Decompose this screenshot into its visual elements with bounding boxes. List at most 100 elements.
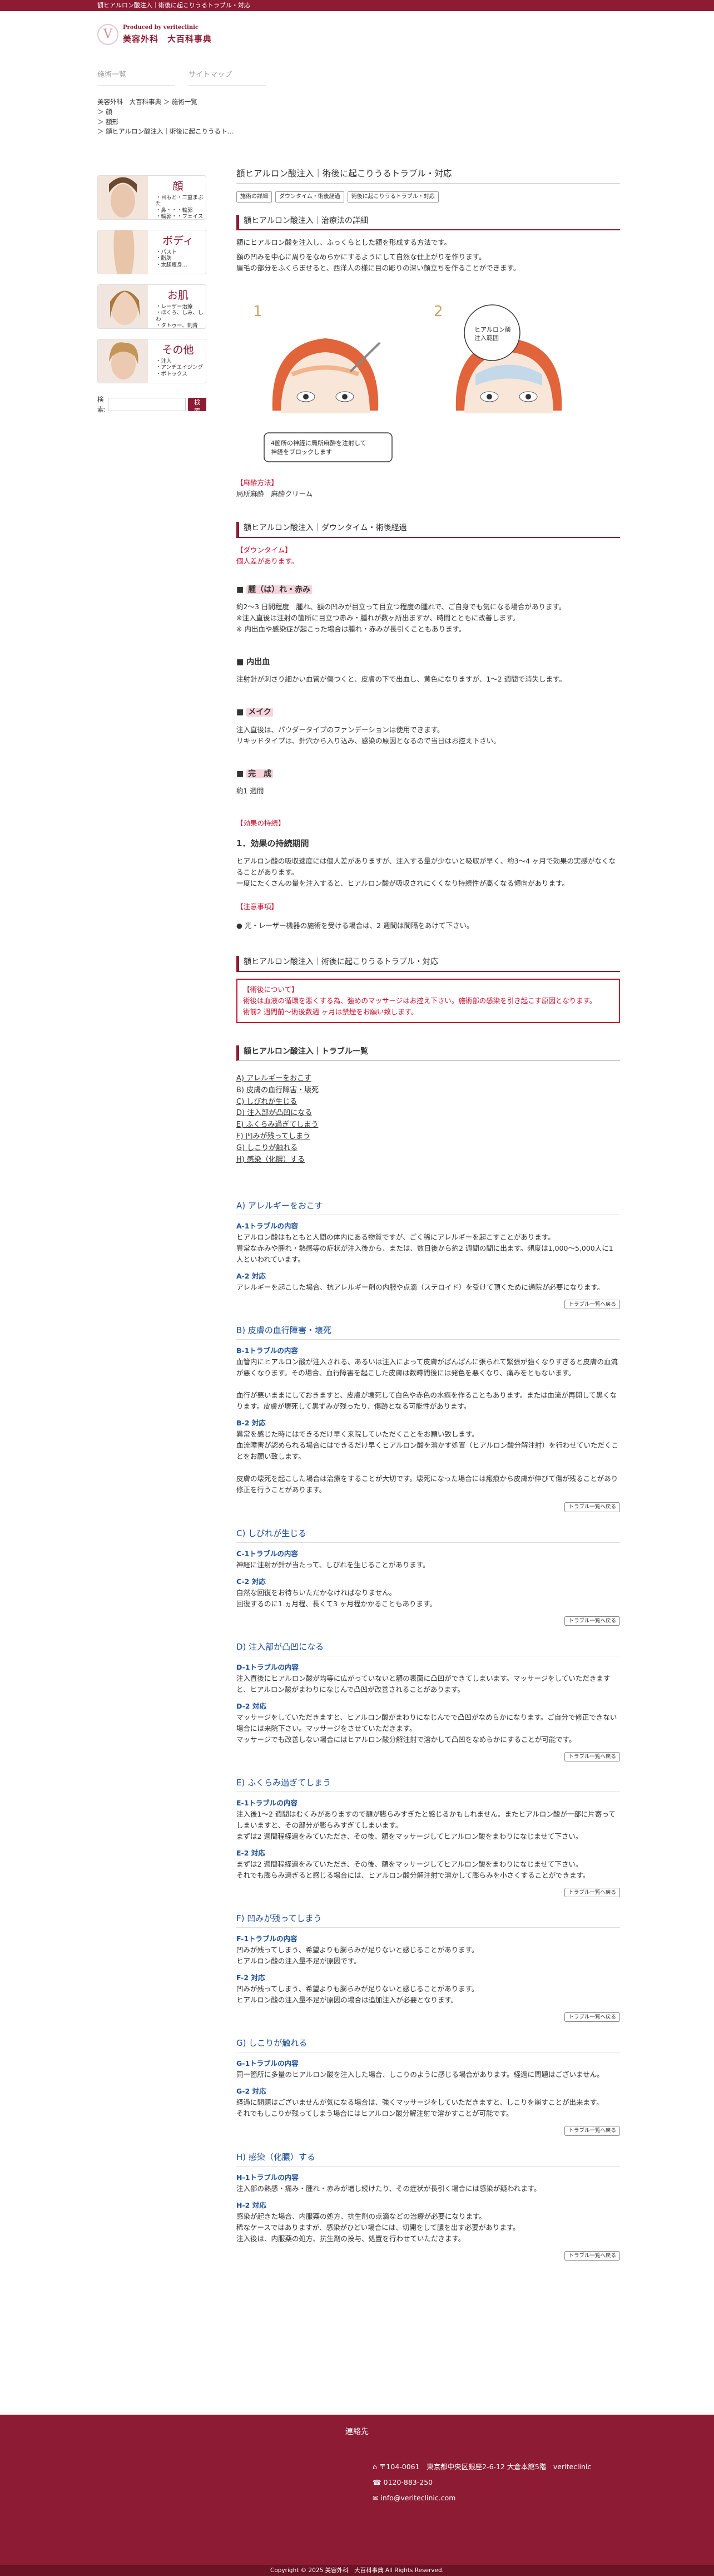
category-skin[interactable]: お肌 レーザー治療ほくろ、しみ、しわタトゥー、刺青 [97, 284, 206, 329]
category-link[interactable]: タトゥー、刺青 [156, 323, 206, 328]
toc-link[interactable]: A) アレルギーをおこす [236, 1073, 620, 1085]
page-title: 額ヒアルロン酸注入｜術後に起こりうるトラブル・対応 [236, 167, 620, 184]
downtime-value: 個人差があります。 [236, 556, 299, 565]
category-face[interactable]: 顔 目もと・二重まぶた鼻・・・輪郭輪郭・・フェイスリフト [97, 175, 206, 220]
back-to-list-button[interactable]: トラブル一覧へ戻る [564, 1751, 620, 1762]
breadcrumb-item[interactable]: ＞ 顔 [97, 107, 617, 117]
nav-sitemap[interactable]: サイトマップ [189, 64, 266, 86]
trouble-subheading: C-1トラブルの内容 [236, 1549, 298, 1558]
trouble-subheading: D-2 対応 [236, 1701, 266, 1710]
global-nav: 施術一覧 サイトマップ [97, 64, 617, 86]
trouble-heading: G) しこりが触れる [236, 2036, 620, 2053]
trouble-list: A) アレルギーをおこす A-1トラブルの内容 ヒアルロン酸はもともと人間の体内にあ… [236, 1199, 620, 2261]
back-to-list-button[interactable]: トラブル一覧へ戻る [564, 1502, 620, 1512]
back-to-list-button[interactable]: トラブル一覧へ戻る [564, 2012, 620, 2022]
category-link[interactable]: ほくろ、しみ、しわ [156, 310, 206, 323]
notes-label: 【注意事項】 [236, 902, 279, 911]
trouble-text: 感染が起きた場合、内服薬の処方、抗生剤の点滴などの治療が必要になります。 稀なケ… [236, 2212, 520, 2243]
breadcrumb-item[interactable]: 美容外科 大百科事典 ＞ 施術一覧 [97, 97, 617, 107]
face-photo [98, 176, 148, 219]
category-link[interactable]: 注入 [156, 358, 203, 364]
breadcrumb-item[interactable]: ＞ 額形 [97, 117, 617, 127]
back-to-list-button[interactable]: トラブル一覧へ戻る [564, 1300, 620, 1310]
trouble-block: A) アレルギーをおこす A-1トラブルの内容 ヒアルロン酸はもともと人間の体内にあ… [236, 1199, 620, 1310]
trouble-subheading: E-2 対応 [236, 1849, 265, 1858]
tag-downtime[interactable]: ダウンタイム・術後経過 [275, 191, 344, 203]
trouble-text: 異常を感じた時にはできるだけ早く来院していただくことをお願い致します。 血流障害… [236, 1430, 619, 1494]
figure-label-1: 1 [253, 303, 262, 320]
search-label: 検索: [97, 396, 106, 414]
back-to-list-button[interactable]: トラブル一覧へ戻る [564, 1616, 620, 1626]
trouble-subheading: H-2 対応 [236, 2200, 266, 2209]
footer-mail[interactable]: ✉ info@veriteclinic.com [373, 2490, 591, 2506]
back-to-list-button[interactable]: トラブル一覧へ戻る [564, 2251, 620, 2261]
toc-link[interactable]: G) しこりが触れる [236, 1143, 620, 1154]
paragraph: 額の凹みを中心に周りをなめらかにするようにして自然な仕上がりを作ります。 [236, 253, 486, 261]
trouble-heading: H) 感染（化膿）する [236, 2150, 620, 2167]
other-photo [98, 339, 148, 383]
trouble-block: G) しこりが触れる G-1トラブルの内容 同一箇所に多量のヒアルロン酸を注入した場… [236, 2036, 620, 2136]
trouble-heading: E) ふくらみ過ぎてしまう [236, 1776, 620, 1793]
bubble-text-2: 注入範囲 [474, 334, 499, 342]
category-link[interactable]: 目もと・二重まぶた [156, 195, 206, 208]
trouble-subheading: F-1トラブルの内容 [236, 1935, 298, 1943]
section-heading: 額ヒアルロン酸注入｜治療法の詳細 [236, 214, 620, 231]
trouble-text: 経過に問題はございませんが気になる場合は、強くマッサージをしていただきますと、し… [236, 2098, 603, 2118]
category-title: お肌 [167, 289, 189, 302]
box-label: 【術後について】 [243, 985, 299, 994]
toc-link[interactable]: H) 感染（化膿）する [236, 1154, 620, 1166]
toc-link[interactable]: E) ふくらみ過ぎてしまう [236, 1119, 620, 1131]
trouble-block: E) ふくらみ過ぎてしまう E-1トラブルの内容 注入後1〜2 週間はむくみがありま… [236, 1776, 620, 1898]
category-body[interactable]: ボディ バスト脂肪太腿痩身... [97, 230, 206, 274]
effect-text: ヒアルロン酸の吸収速度には個人差がありますが、注入する量が少ないと吸収が早く、約… [236, 857, 616, 888]
category-link[interactable]: バスト [156, 249, 187, 255]
category-title: ボディ [162, 235, 194, 247]
breadcrumb-item: ＞ 額ヒアルロン酸注入｜術後に起こりうるト... [97, 127, 234, 136]
site-logo[interactable]: V Produced by veriteclinic 美容外科 大百科事典 [97, 23, 212, 46]
toc-link[interactable]: D) 注入部が凸凹になる [236, 1108, 620, 1119]
toc-link[interactable]: C) しびれが生じる [236, 1097, 620, 1108]
trouble-heading: D) 注入部が凸凹になる [236, 1640, 620, 1656]
category-link[interactable]: レーザー治療 [156, 304, 206, 310]
breadcrumb: 美容外科 大百科事典 ＞ 施術一覧 ＞ 顔 ＞ 額形 ＞ 額ヒアルロン酸注入｜術… [97, 97, 617, 137]
footer-tel[interactable]: ☎ 0120-883-250 [373, 2475, 591, 2490]
category-link[interactable]: ボトックス [156, 371, 203, 377]
footer-address: ⌂ 〒104-0061 東京都中央区銀座2-6-12 大倉本館5階 verite… [373, 2463, 592, 2471]
effect-title: 1．効果の持続期間 [236, 838, 309, 849]
mail-icon: ✉ [373, 2494, 381, 2502]
item-heading: ■ 腫（は）れ・赤み [236, 584, 620, 596]
trouble-heading: C) しびれが生じる [236, 1527, 620, 1543]
nav-procedures[interactable]: 施術一覧 [97, 64, 175, 86]
top-bar: 額ヒアルロン酸注入｜術後に起こりうるトラブル・対応 [0, 0, 714, 11]
trouble-subheading: G-2 対応 [236, 2087, 266, 2096]
section-heading: 額ヒアルロン酸注入｜トラブル一覧 [236, 1045, 620, 1061]
back-to-list-button[interactable]: トラブル一覧へ戻る [564, 1888, 620, 1898]
tag-trouble[interactable]: 術後に起こりうるトラブル・対応 [347, 191, 439, 203]
toc-link[interactable]: B) 皮膚の血行障害・壊死 [236, 1085, 620, 1097]
effect-label: 【効果の持続】 [236, 819, 285, 828]
trouble-heading: B) 皮膚の血行障害・壊死 [236, 1324, 620, 1340]
category-link[interactable]: 脂肪 [156, 255, 187, 261]
anesthesia-label: 【麻酔方法】 [236, 478, 279, 487]
category-link[interactable]: 輪郭・・フェイスリフト [156, 214, 206, 219]
category-link[interactable]: アンチエイジング [156, 364, 204, 371]
category-link[interactable]: 太腿痩身... [156, 262, 187, 268]
site-header: V Produced by veriteclinic 美容外科 大百科事典 [97, 11, 617, 64]
toc-link[interactable]: F) 凹みが残ってしまう [236, 1131, 620, 1143]
phone-icon: ☎ [373, 2478, 384, 2486]
trouble-text: ヒアルロン酸はもともと人間の体内にある物質ですが、ごく稀にアレルギーを起こすこと… [236, 1233, 613, 1264]
trouble-heading: F) 凹みが残ってしまう [236, 1912, 620, 1928]
category-link[interactable]: 鼻・・・輪郭 [156, 208, 206, 214]
trouble-text: アレルギーを起こした場合、抗アレルギー剤の内服や点滴（ステロイド）を受けて頂くた… [236, 1283, 604, 1292]
search-button[interactable]: 検索 [188, 398, 206, 415]
trouble-text: 自然な回復をお待ちいただかなければなりません。 回復するのに1 ヵ月程、長くて3… [236, 1588, 437, 1608]
body-photo [98, 230, 148, 274]
back-to-list-button[interactable]: トラブル一覧へ戻る [564, 2126, 620, 2136]
category-other[interactable]: その他 注入アンチエイジングボトックス [97, 339, 206, 383]
search-input[interactable] [108, 398, 186, 412]
main-content: 額ヒアルロン酸注入｜術後に起こりうるトラブル・対応 施術の詳細 ダウンタイム・術… [236, 167, 620, 2275]
trouble-subheading: B-2 対応 [236, 1419, 266, 1428]
tag-detail[interactable]: 施術の詳細 [236, 191, 272, 203]
trouble-subheading: G-1トラブルの内容 [236, 2059, 299, 2068]
note-text-1: 4箇所の神経に局所麻酔を注射して [271, 439, 366, 447]
